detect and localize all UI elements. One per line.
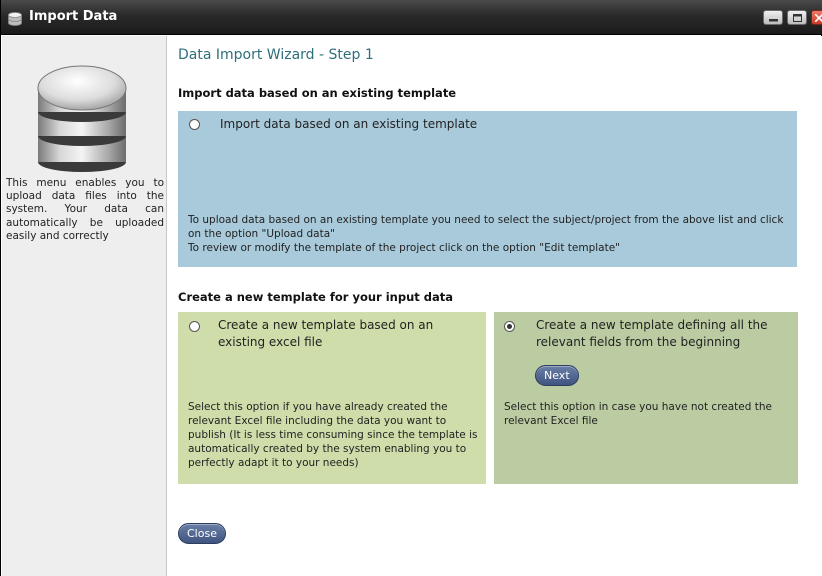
new-template-heading: Create a new template for your input dat… bbox=[178, 290, 454, 304]
wizard-title: Data Import Wizard - Step 1 bbox=[178, 47, 374, 63]
close-icon bbox=[815, 14, 822, 22]
maximize-icon bbox=[793, 14, 802, 22]
excel-template-panel: Create a new template based on an existi… bbox=[178, 312, 486, 484]
manual-template-panel: Create a new template defining all the r… bbox=[494, 312, 798, 484]
excel-template-option-label[interactable]: Create a new template based on an existi… bbox=[218, 317, 463, 351]
title-bar[interactable]: Import Data bbox=[1, 0, 822, 35]
sidebar: This menu enables you to upload data fil… bbox=[2, 36, 167, 576]
excel-template-radio[interactable] bbox=[189, 321, 200, 332]
close-window-button[interactable] bbox=[811, 10, 822, 25]
manual-template-option-label[interactable]: Create a new template defining all the r… bbox=[536, 317, 786, 351]
import-data-window: Import Data This menu enables you to upl… bbox=[0, 0, 822, 576]
existing-template-panel: Import data based on an existing templat… bbox=[178, 111, 797, 267]
window-title: Import Data bbox=[29, 9, 118, 24]
existing-template-radio[interactable] bbox=[189, 119, 200, 130]
existing-template-help-line2: To review or modify the template of the … bbox=[188, 242, 620, 254]
database-icon bbox=[37, 65, 127, 172]
database-small-icon bbox=[8, 12, 22, 26]
wizard-content: Data Import Wizard - Step 1 Import data … bbox=[167, 36, 822, 576]
excel-template-help: Select this option if you have already c… bbox=[188, 401, 478, 469]
manual-template-radio[interactable] bbox=[504, 321, 515, 332]
next-button[interactable]: Next bbox=[535, 365, 579, 386]
manual-template-help: Select this option in case you have not … bbox=[504, 401, 772, 427]
existing-template-help: To upload data based on an existing temp… bbox=[188, 213, 794, 255]
minimize-icon bbox=[769, 19, 778, 22]
existing-template-option-label[interactable]: Import data based on an existing templat… bbox=[220, 116, 477, 133]
minimize-button[interactable] bbox=[763, 10, 783, 25]
existing-template-heading: Import data based on an existing templat… bbox=[178, 86, 457, 100]
sidebar-description: This menu enables you to upload data fil… bbox=[6, 177, 164, 242]
close-button[interactable]: Close bbox=[178, 523, 226, 544]
existing-template-help-line1: To upload data based on an existing temp… bbox=[188, 214, 784, 240]
maximize-button[interactable] bbox=[787, 10, 807, 25]
